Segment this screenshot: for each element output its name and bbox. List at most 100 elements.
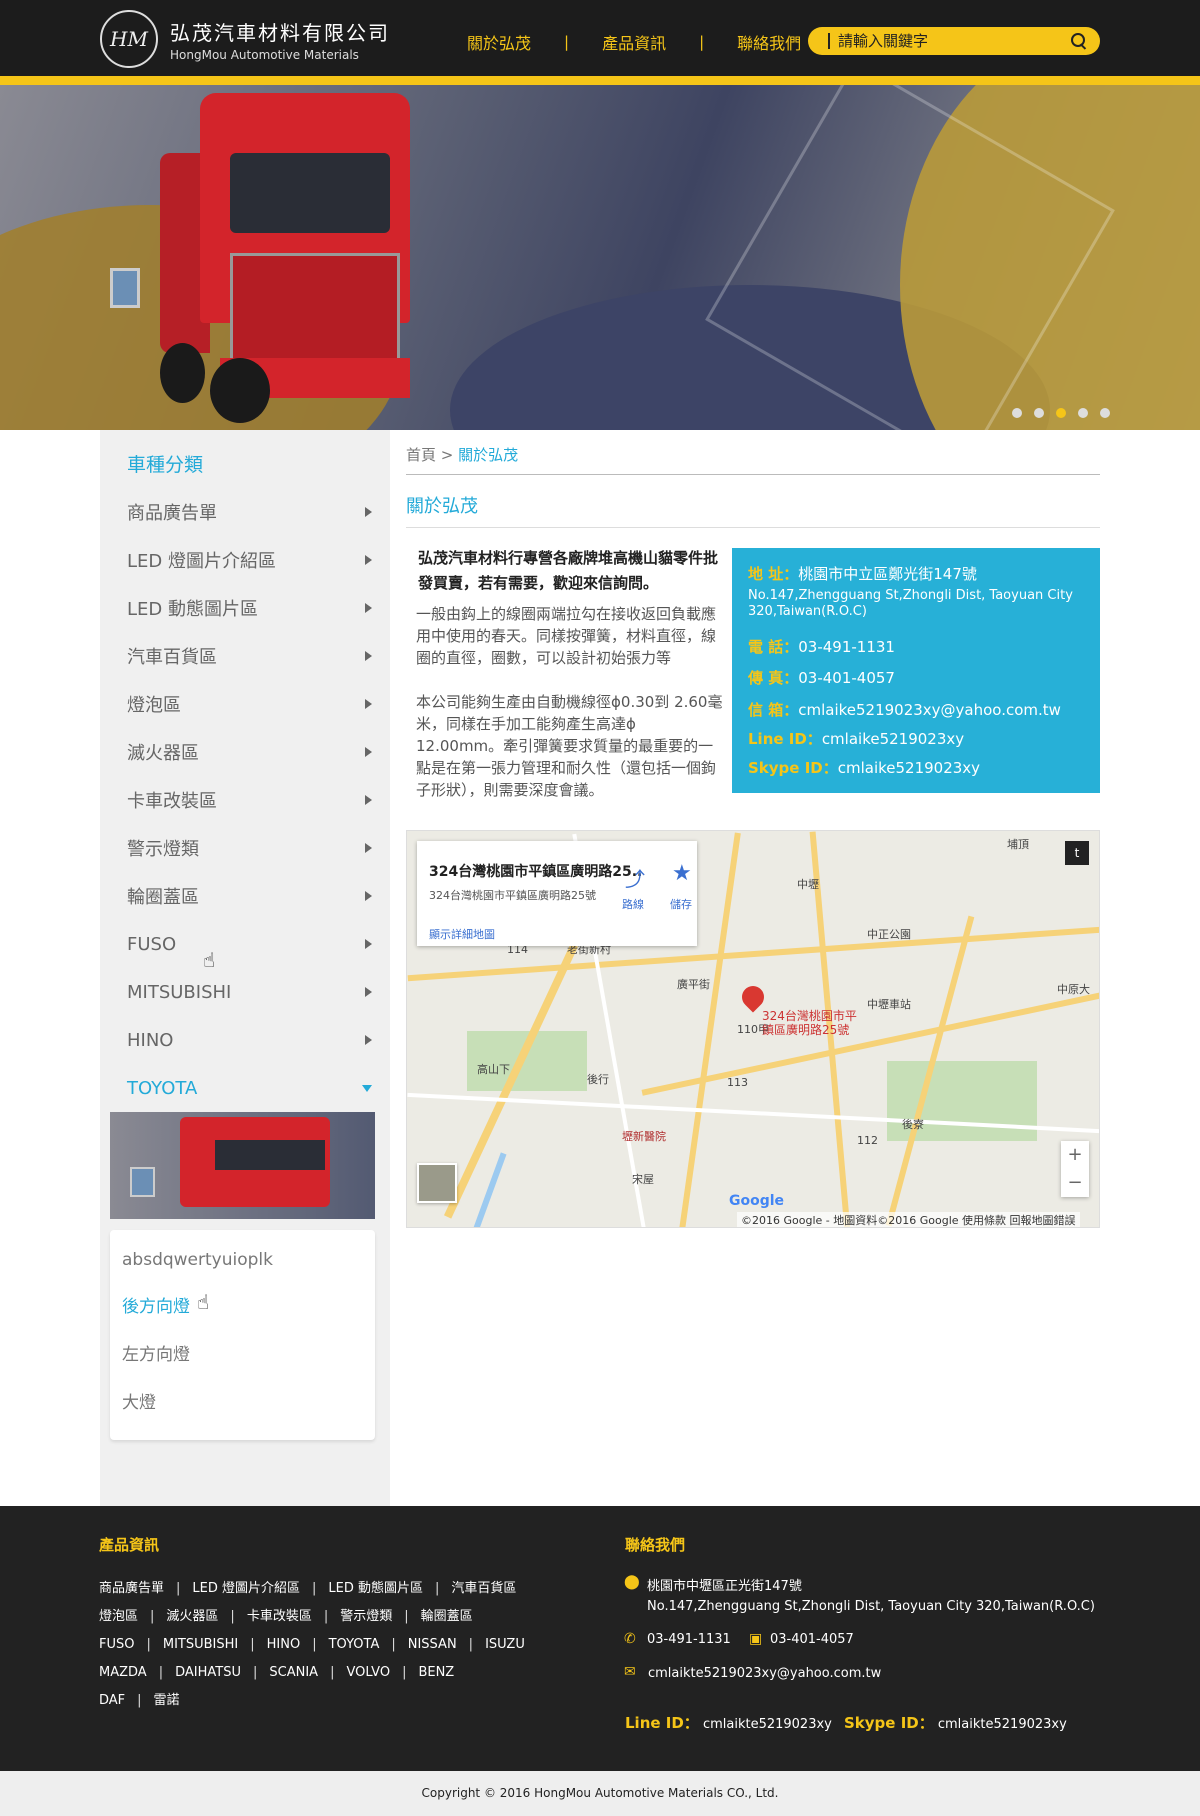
slider-dot[interactable]: [1034, 408, 1044, 418]
footer-link[interactable]: MAZDA: [99, 1659, 147, 1687]
subcategory-item[interactable]: absdqwertyuioplk: [122, 1250, 273, 1270]
sidebar-item[interactable]: LED 燈圖片介紹區: [127, 548, 372, 572]
footer-contact-title: 聯絡我們: [625, 1536, 686, 1554]
footer-link[interactable]: 雷諾: [154, 1687, 180, 1715]
directions-button[interactable]: 路線: [622, 896, 644, 912]
slider-dot[interactable]: [1012, 408, 1022, 418]
address-label: 地 址：: [748, 565, 799, 583]
footer-line-value: cmlaikte5219023xy: [702, 1717, 832, 1732]
footer-link[interactable]: NISSAN: [408, 1631, 457, 1659]
line-value: cmlaike5219023xy: [821, 730, 965, 748]
caret-right-icon: [365, 747, 372, 757]
sidebar-item[interactable]: LED 動態圖片區: [127, 596, 372, 620]
footer-link[interactable]: ISUZU: [485, 1631, 525, 1659]
footer-link-row: 商品廣告單 | LED 燈圖片介紹區 | LED 動態圖片區 | 汽車百貨區: [99, 1575, 539, 1603]
map-label: 埔頂: [1007, 838, 1029, 851]
footer-link[interactable]: 商品廣告單: [99, 1575, 164, 1603]
footer-link[interactable]: 滅火器區: [166, 1603, 218, 1631]
sidebar-item[interactable]: 商品廣告單: [127, 500, 372, 524]
truck-wheel: [160, 343, 205, 403]
footer-fax: 03-401-4057: [770, 1632, 854, 1647]
footer-link-row: 燈泡區 | 滅火器區 | 卡車改裝區 | 警示燈類 | 輪圈蓋區: [99, 1603, 539, 1631]
subcategory-item-active[interactable]: 後方向燈: [122, 1292, 190, 1317]
search-input[interactable]: [828, 33, 1070, 49]
footer-link[interactable]: LED 動態圖片區: [328, 1575, 423, 1603]
nav-products[interactable]: 產品資訊: [602, 30, 666, 54]
sidebar-item[interactable]: 輪圈蓋區: [127, 884, 372, 908]
skype-value: cmlaike5219023xy: [837, 759, 981, 777]
footer-link[interactable]: DAF: [99, 1687, 125, 1715]
truck-grill: [230, 253, 400, 363]
marker-line: 324台灣桃園市平: [762, 1009, 857, 1023]
zoom-in-button[interactable]: +: [1061, 1141, 1089, 1169]
nav-contact[interactable]: 聯絡我們: [737, 30, 801, 54]
sidebar-item[interactable]: 卡車改裝區: [127, 788, 372, 812]
footer-link[interactable]: MITSUBISHI: [163, 1631, 238, 1659]
sidebar-item[interactable]: FUSO: [127, 932, 372, 956]
slider-dot[interactable]: [1078, 408, 1088, 418]
map-label: 後行: [587, 1073, 609, 1086]
footer-link-row: DAF | 雷諾: [99, 1687, 539, 1715]
subcategory-item[interactable]: 大燈: [122, 1388, 156, 1413]
footer-link[interactable]: VOLVO: [346, 1659, 390, 1687]
sidebar-item[interactable]: 燈泡區: [127, 692, 372, 716]
phone-icon: ✆: [624, 1631, 636, 1647]
sidebar-item[interactable]: 警示燈類: [127, 836, 372, 860]
footer-link[interactable]: 警示燈類: [340, 1603, 392, 1631]
google-logo: Google: [729, 1193, 785, 1209]
sidebar-item[interactable]: TOYOTA: [127, 1076, 372, 1100]
contact-address-en: No.147,Zhengguang St,Zhongli Dist, Taoyu…: [748, 588, 1073, 619]
breadcrumb-current[interactable]: 關於弘茂: [458, 446, 518, 464]
sidebar-item-label: 警示燈類: [127, 839, 199, 860]
marker-line: 鎮區廣明路25號: [762, 1023, 850, 1037]
sidebar-item[interactable]: MITSUBISHI: [127, 980, 372, 1004]
map-fullscreen-toggle[interactable]: t: [1065, 841, 1089, 865]
footer-link[interactable]: 卡車改裝區: [247, 1603, 312, 1631]
footer-skype-value: cmlaikte5219023xy: [937, 1717, 1067, 1732]
footer-link[interactable]: LED 燈圖片介紹區: [192, 1575, 300, 1603]
footer-link[interactable]: FUSO: [99, 1631, 134, 1659]
intro-paragraph: 本公司能夠生產由自動機線徑ϕ0.30到 2.60毫米，同樣在手加工能夠產生高達ϕ…: [416, 693, 723, 799]
map-marker-icon[interactable]: [737, 981, 769, 1013]
zoom-out-button[interactable]: −: [1061, 1169, 1089, 1197]
breadcrumb-home[interactable]: 首頁: [406, 446, 436, 464]
map-label: 廣平街: [677, 978, 710, 991]
slider-dot-active[interactable]: [1056, 408, 1066, 418]
nav-about[interactable]: 關於弘茂: [467, 30, 531, 54]
sidebar-item[interactable]: 滅火器區: [127, 740, 372, 764]
save-button[interactable]: 儲存: [670, 896, 692, 912]
footer-link-row: FUSO | MITSUBISHI | HINO | TOYOTA | NISSAN | ISUZU: [99, 1631, 539, 1659]
footer-email[interactable]: cmlaikte5219023xy@yahoo.com.tw: [648, 1666, 881, 1681]
logo[interactable]: HM 弘茂汽車材料有限公司 HongMou Automotive Materia…: [100, 10, 390, 68]
map-larger-link[interactable]: 顯示詳細地圖: [429, 926, 495, 942]
map-place-address: 324台灣桃園市平鎮區廣明路25號: [429, 889, 596, 902]
google-map[interactable]: 中壢車站 中正公園 中原大 後寮 高山下 後行 壢新醫院 宋屋 中壢 埔頂 廣平…: [406, 830, 1100, 1228]
map-label: 中壢車站: [867, 998, 911, 1011]
caret-right-icon: [365, 939, 372, 949]
footer-link[interactable]: 汽車百貨區: [451, 1575, 516, 1603]
caret-right-icon: [365, 1035, 372, 1045]
sidebar-item[interactable]: HINO: [127, 1028, 372, 1052]
footer-phone: 03-491-1131: [647, 1632, 731, 1647]
logo-text: 弘茂汽車材料有限公司 HongMou Automotive Materials: [170, 17, 390, 62]
satellite-toggle[interactable]: [417, 1163, 457, 1203]
star-icon[interactable]: ★: [672, 861, 692, 886]
slider-dot[interactable]: [1100, 408, 1110, 418]
footer-link[interactable]: BENZ: [418, 1659, 454, 1687]
directions-icon[interactable]: ⤴: [625, 863, 645, 892]
subcategory-item[interactable]: 左方向燈: [122, 1340, 190, 1365]
email-value[interactable]: cmlaike5219023xy@yahoo.com.tw: [798, 701, 1061, 719]
mail-icon: ✉: [624, 1664, 636, 1680]
footer-link[interactable]: DAIHATSU: [175, 1659, 241, 1687]
footer-link[interactable]: TOYOTA: [329, 1631, 380, 1659]
footer-link[interactable]: SCANIA: [269, 1659, 318, 1687]
map-attribution[interactable]: ©2016 Google - 地圖資料©2016 Google 使用條款 回報地…: [737, 1212, 1080, 1227]
caret-right-icon: [365, 699, 372, 709]
footer-link-separator: |: [330, 1665, 335, 1680]
search-icon[interactable]: [1070, 32, 1088, 50]
phone-label: 電 話：: [748, 638, 799, 656]
footer-link[interactable]: HINO: [267, 1631, 301, 1659]
footer-link[interactable]: 輪圈蓋區: [421, 1603, 473, 1631]
sidebar-item[interactable]: 汽車百貨區: [127, 644, 372, 668]
footer-link[interactable]: 燈泡區: [99, 1603, 138, 1631]
